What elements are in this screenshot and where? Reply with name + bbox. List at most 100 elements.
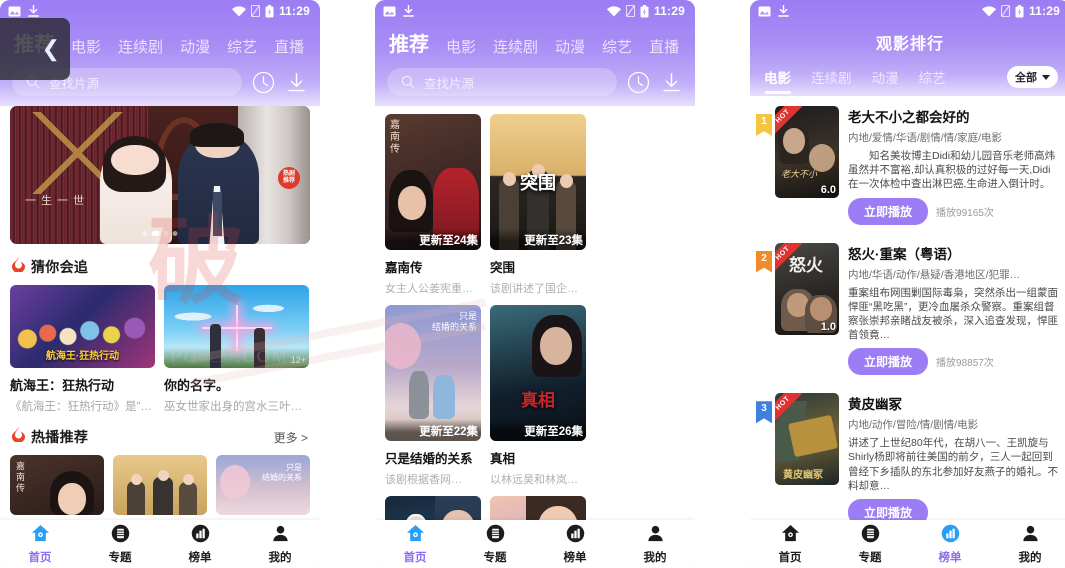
poster-1: 突围 更新至23集 bbox=[490, 114, 586, 250]
more-link[interactable]: 更多 > bbox=[274, 429, 308, 446]
rank-badge-0: 1 bbox=[756, 114, 772, 136]
rank-synopsis-2: 讲述了上世纪80年代，在胡八一、王凯旋与Shirly杨即将前往美国的前夕，三人一… bbox=[848, 437, 1058, 492]
category-tab-1[interactable]: 电影 bbox=[71, 36, 101, 57]
guess-desc-0: 《航海王：狂热行动》是“航海… bbox=[10, 401, 155, 413]
grid-content: 嘉南传 更新至24集 嘉南传 女主人公姜宪重生… 突围 更新至23集 突围 该剧… bbox=[375, 106, 695, 520]
rank-list-item-1[interactable]: 2 怒火 HOT 1.0 怒火·重案（粤语） 内地/华语/动作/悬疑/香港地区/… bbox=[750, 233, 1065, 384]
category-tab-5[interactable]: 直播 bbox=[274, 36, 304, 57]
image-icon bbox=[8, 6, 21, 17]
nav-item-home[interactable]: 首页 bbox=[375, 524, 455, 565]
hot-strip-0[interactable]: 嘉南传 bbox=[10, 455, 104, 515]
rank-tab-2[interactable]: 动漫 bbox=[872, 67, 899, 94]
play-now-button[interactable]: 立即播放 bbox=[848, 348, 929, 376]
category-tab-0[interactable]: 推荐 bbox=[389, 28, 429, 57]
rank-tab-3[interactable]: 综艺 bbox=[919, 67, 946, 94]
nav-item-rank[interactable]: 榜单 bbox=[160, 524, 240, 565]
nav-item-topic[interactable]: 专题 bbox=[80, 524, 160, 565]
nav-label-mine: 我的 bbox=[643, 551, 667, 564]
person-icon bbox=[1021, 524, 1040, 546]
play-now-button[interactable]: 立即播放 bbox=[848, 197, 929, 225]
guess-desc-1: 巫女世家出身的宫水三叶住在 bbox=[164, 401, 309, 413]
banner-title: 一生一世 bbox=[25, 195, 89, 208]
category-tab-4[interactable]: 综艺 bbox=[602, 36, 632, 57]
rank-content: 1 老大不小 HOT 6.0 老大不小之都会好的 内地/爱情/华语/剧情/情/家… bbox=[750, 96, 1065, 520]
rank-info-1: 怒火·重案（粤语） 内地/华语/动作/悬疑/香港地区/犯罪… 重案组布网围剿国际… bbox=[839, 243, 1060, 376]
rank-list-item-0[interactable]: 1 老大不小 HOT 6.0 老大不小之都会好的 内地/爱情/华语/剧情/情/家… bbox=[750, 96, 1065, 233]
nav-label-home: 首页 bbox=[28, 551, 52, 564]
grid-desc-2: 该剧根据香网… bbox=[385, 474, 462, 486]
home-banner[interactable]: 一生一世 热剧 推荐 bbox=[10, 106, 310, 244]
grid-card-4[interactable]: 白蛇传 更新至24集 新白蛇传 千年白蛇白素贞（… bbox=[385, 496, 481, 520]
history-clock-icon[interactable] bbox=[252, 71, 275, 94]
filter-label: 全部 bbox=[1015, 72, 1037, 84]
nav-item-home[interactable]: 首页 bbox=[750, 524, 830, 565]
nav-item-topic[interactable]: 专题 bbox=[830, 524, 910, 565]
chevron-down-icon bbox=[1042, 74, 1050, 80]
search-input[interactable]: 查找片源 bbox=[387, 68, 617, 96]
category-tab-1[interactable]: 电影 bbox=[446, 36, 476, 57]
category-tab-3[interactable]: 动漫 bbox=[555, 36, 585, 57]
nav-item-mine[interactable]: 我的 bbox=[240, 524, 320, 565]
download-icon[interactable] bbox=[660, 71, 683, 94]
chart-icon bbox=[191, 524, 210, 546]
rank-synopsis-0: 知名美妆博主Didi和幼儿园音乐老师高炜虽然并不富裕,却认真积极的过好每一天,D… bbox=[848, 150, 1056, 191]
download-icon[interactable] bbox=[285, 71, 308, 94]
category-tab-2[interactable]: 连续剧 bbox=[493, 36, 538, 57]
nav-item-mine[interactable]: 我的 bbox=[615, 524, 695, 565]
person-icon bbox=[646, 524, 665, 546]
history-clock-icon[interactable] bbox=[627, 71, 650, 94]
image-icon bbox=[383, 6, 396, 17]
category-tab-2[interactable]: 连续剧 bbox=[118, 36, 163, 57]
back-overlay-panel[interactable]: ❮ bbox=[0, 18, 70, 80]
grid-card-5[interactable]: 更新至2集全… 而你刚好发光 学霸乖乖女陆七一… bbox=[490, 496, 586, 520]
page-title: 观影排行 bbox=[875, 36, 944, 53]
nav-item-rank[interactable]: 榜单 bbox=[910, 524, 990, 565]
episode-badge-3: 更新至26集 bbox=[490, 419, 586, 441]
grid-card-1[interactable]: 突围 更新至23集 突围 该剧讲述了国企干… bbox=[490, 114, 586, 296]
category-tab-4[interactable]: 综艺 bbox=[227, 36, 257, 57]
chevron-left-icon[interactable]: ❮ bbox=[42, 38, 60, 60]
wifi-icon bbox=[981, 5, 996, 17]
hot-strip-2[interactable]: 只是 结婚的关系 bbox=[216, 455, 310, 515]
nav-label-rank: 榜单 bbox=[188, 551, 212, 564]
rank-play-row-1: 立即播放 播放98857次 bbox=[848, 348, 1060, 376]
grid-card-3[interactable]: 真相 更新至26集 真相 以林远昊和林岚为… bbox=[490, 305, 586, 487]
category-tab-5[interactable]: 直播 bbox=[649, 36, 679, 57]
play-now-button[interactable]: 立即播放 bbox=[848, 498, 929, 520]
grid-card-0[interactable]: 嘉南传 更新至24集 嘉南传 女主人公姜宪重生… bbox=[385, 114, 481, 296]
rank-score-1: 1.0 bbox=[820, 320, 836, 333]
banner-dots[interactable] bbox=[142, 231, 178, 236]
category-tab-3[interactable]: 动漫 bbox=[180, 36, 210, 57]
nav-item-mine[interactable]: 我的 bbox=[990, 524, 1065, 565]
rank-list-item-2[interactable]: 3 黄皮幽冢 HOT 黄皮幽冢 内地/动作/冒险/情/剧情/电影 讲述了上世纪8… bbox=[750, 383, 1065, 520]
nav-item-rank[interactable]: 榜单 bbox=[535, 524, 615, 565]
grid-desc-3: 以林远昊和林岚为… bbox=[490, 474, 586, 486]
rank-tab-1[interactable]: 连续剧 bbox=[811, 67, 852, 94]
status-time: 11:29 bbox=[1028, 4, 1060, 18]
guess-card-1[interactable]: 12+ 你的名字。 巫女世家出身的宫水三叶住在 bbox=[164, 285, 309, 414]
rank-poster-0: 老大不小 HOT 6.0 bbox=[775, 106, 839, 198]
age-rating-label: 12+ bbox=[290, 355, 306, 365]
rank-synopsis-1: 重案组布网围剿国际毒枭，突然杀出一组蒙面悍匪“黑吃黑”，更冷血屠杀众警察。重案组… bbox=[848, 286, 1058, 342]
nav-label-home: 首页 bbox=[778, 551, 802, 564]
nav-item-topic[interactable]: 专题 bbox=[455, 524, 535, 565]
guess-card-0[interactable]: 航海王·狂热行动 航海王：狂热行动 《航海王：狂热行动》是“航海… bbox=[10, 285, 155, 414]
grid-desc-1: 该剧讲述了国企干… bbox=[490, 283, 586, 295]
rank-play-row-2: 立即播放 bbox=[848, 498, 1060, 520]
filter-dropdown[interactable]: 全部 bbox=[1007, 66, 1058, 88]
hot-strip-1[interactable] bbox=[113, 455, 207, 515]
rank-info-0: 老大不小之都会好的 内地/爱情/华语/剧情/情/家庭/电影 知名美妆博主Didi… bbox=[839, 106, 1060, 225]
status-bar-rank: 11:29 bbox=[750, 0, 1065, 22]
nav-item-home[interactable]: 首页 bbox=[0, 524, 80, 565]
guess-title-0: 航海王：狂热行动 bbox=[10, 378, 115, 393]
nav-label-rank: 榜单 bbox=[938, 551, 962, 564]
episode-badge-1: 更新至23集 bbox=[490, 228, 586, 250]
grid-card-2[interactable]: 只是 结婚的关系 更新至22集 只是结婚的关系 该剧根据香网… bbox=[385, 305, 481, 487]
flame-icon bbox=[11, 257, 25, 277]
rank-tab-0[interactable]: 电影 bbox=[764, 67, 791, 94]
home-icon bbox=[781, 524, 800, 546]
rank-score-0: 6.0 bbox=[820, 184, 836, 196]
banner-badge: 热剧 推荐 bbox=[278, 166, 300, 189]
banner-artwork: 一生一世 热剧 推荐 bbox=[10, 106, 310, 244]
download-icon bbox=[403, 4, 414, 17]
